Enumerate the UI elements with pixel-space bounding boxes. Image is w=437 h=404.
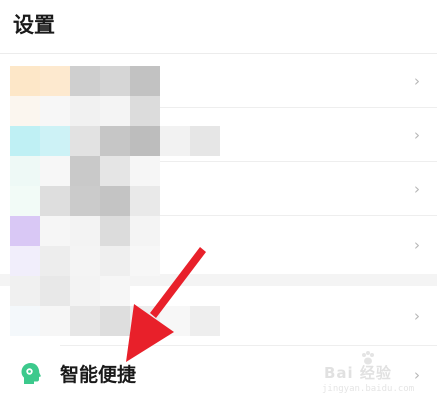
mosaic-tile xyxy=(40,156,70,186)
mosaic-tile xyxy=(40,186,70,216)
mosaic-tile xyxy=(100,126,130,156)
mosaic-tile xyxy=(70,276,100,306)
mosaic-tile xyxy=(100,96,130,126)
mosaic-tile xyxy=(70,186,100,216)
chevron-right-icon: › xyxy=(414,307,420,325)
chevron-right-icon: › xyxy=(414,72,420,90)
watermark: Bai 经验 jingyan.baidu.com xyxy=(316,348,416,398)
mosaic-tile xyxy=(130,156,160,186)
mosaic-tile xyxy=(190,306,220,336)
mosaic-tile xyxy=(10,66,40,96)
chevron-right-icon: › xyxy=(414,236,420,254)
mosaic-tile xyxy=(100,306,130,336)
mosaic-tile xyxy=(190,126,220,156)
mosaic-tile xyxy=(10,306,40,336)
mosaic-tile xyxy=(10,126,40,156)
chevron-right-icon: › xyxy=(414,126,420,144)
mosaic-tile xyxy=(130,126,160,156)
mosaic-tile xyxy=(10,216,40,246)
mosaic-tile xyxy=(40,66,70,96)
mosaic-tile xyxy=(10,186,40,216)
watermark-url: jingyan.baidu.com xyxy=(322,384,415,394)
mosaic-tile xyxy=(130,186,160,216)
mosaic-tile xyxy=(130,216,160,246)
mosaic-tile xyxy=(160,306,190,336)
mosaic-tile xyxy=(100,156,130,186)
mosaic-tile xyxy=(100,216,130,246)
mosaic-tile xyxy=(10,96,40,126)
mosaic-tile xyxy=(10,276,40,306)
smart-convenience-label: 智能便捷 xyxy=(60,364,137,386)
mosaic-tile xyxy=(70,96,100,126)
redacted-mosaic xyxy=(0,54,260,344)
mosaic-tile xyxy=(40,276,70,306)
mosaic-tile xyxy=(40,216,70,246)
mosaic-tile xyxy=(130,66,160,96)
mosaic-tile xyxy=(40,306,70,336)
mosaic-tile xyxy=(70,246,100,276)
mosaic-tile xyxy=(100,246,130,276)
mosaic-tile xyxy=(10,156,40,186)
mosaic-tile xyxy=(40,96,70,126)
mosaic-tile xyxy=(70,156,100,186)
mosaic-tile xyxy=(160,126,190,156)
header: 设置 xyxy=(0,0,437,54)
watermark-text: Bai 经验 xyxy=(324,364,392,382)
mosaic-tile xyxy=(70,66,100,96)
page-title: 设置 xyxy=(13,13,55,37)
mosaic-tile xyxy=(70,306,100,336)
mosaic-tile xyxy=(70,216,100,246)
mosaic-tile xyxy=(130,96,160,126)
head-profile-icon xyxy=(21,363,41,384)
mosaic-tile xyxy=(100,186,130,216)
settings-screen: 设置 › › › › › 智能便捷 › Bai 经验 jingyan.baidu… xyxy=(0,0,437,404)
mosaic-tile xyxy=(100,66,130,96)
mosaic-tile xyxy=(10,246,40,276)
mosaic-tile xyxy=(100,276,130,306)
mosaic-tile xyxy=(40,246,70,276)
mosaic-tile xyxy=(70,126,100,156)
mosaic-tile xyxy=(130,246,160,276)
mosaic-tile xyxy=(40,126,70,156)
chevron-right-icon: › xyxy=(414,180,420,198)
mosaic-tile xyxy=(130,306,160,336)
